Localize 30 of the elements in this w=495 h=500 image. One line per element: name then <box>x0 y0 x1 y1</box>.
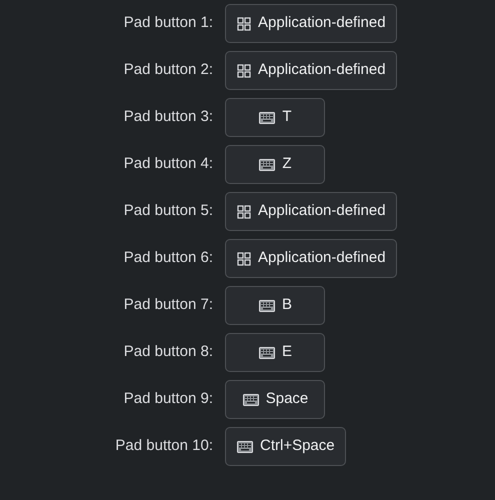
pad-button-label: Pad button 5: <box>124 201 213 222</box>
keyboard-icon <box>258 156 276 172</box>
keyboard-icon <box>236 438 254 454</box>
keyboard-icon <box>258 344 276 360</box>
shortcut-button[interactable]: Ctrl+Space <box>225 427 346 466</box>
keyboard-icon <box>258 298 276 314</box>
shortcut-button[interactable]: Z <box>225 145 325 184</box>
shortcut-button[interactable]: Space <box>225 380 325 419</box>
shortcut-button[interactable]: Application-defined <box>225 192 397 231</box>
pad-button-label: Pad button 2: <box>124 60 213 80</box>
pad-button-label: Pad button 9: <box>124 389 213 410</box>
shortcut-button[interactable]: T <box>225 98 325 137</box>
grid-icon <box>236 204 252 220</box>
shortcut-button[interactable]: Application-defined <box>225 239 397 278</box>
pad-button-label: Pad button 8: <box>124 342 213 362</box>
pad-button-label: Pad button 1: <box>124 13 213 34</box>
pad-button-label: Pad button 3: <box>124 107 213 128</box>
shortcut-button[interactable]: Application-defined <box>225 4 397 43</box>
grid-icon <box>236 62 252 78</box>
shortcut-button[interactable]: B <box>225 286 325 325</box>
shortcut-button[interactable]: E <box>225 333 325 372</box>
pad-button-label: Pad button 7: <box>124 295 213 316</box>
pad-button-label: Pad button 4: <box>124 154 213 174</box>
grid-icon <box>236 250 252 266</box>
pad-button-label: Pad button 10: <box>115 436 213 456</box>
keyboard-icon <box>242 392 260 408</box>
pad-button-label: Pad button 6: <box>124 248 213 268</box>
grid-icon <box>236 16 252 32</box>
shortcut-button[interactable]: Application-defined <box>225 51 397 90</box>
keyboard-icon <box>258 110 276 126</box>
